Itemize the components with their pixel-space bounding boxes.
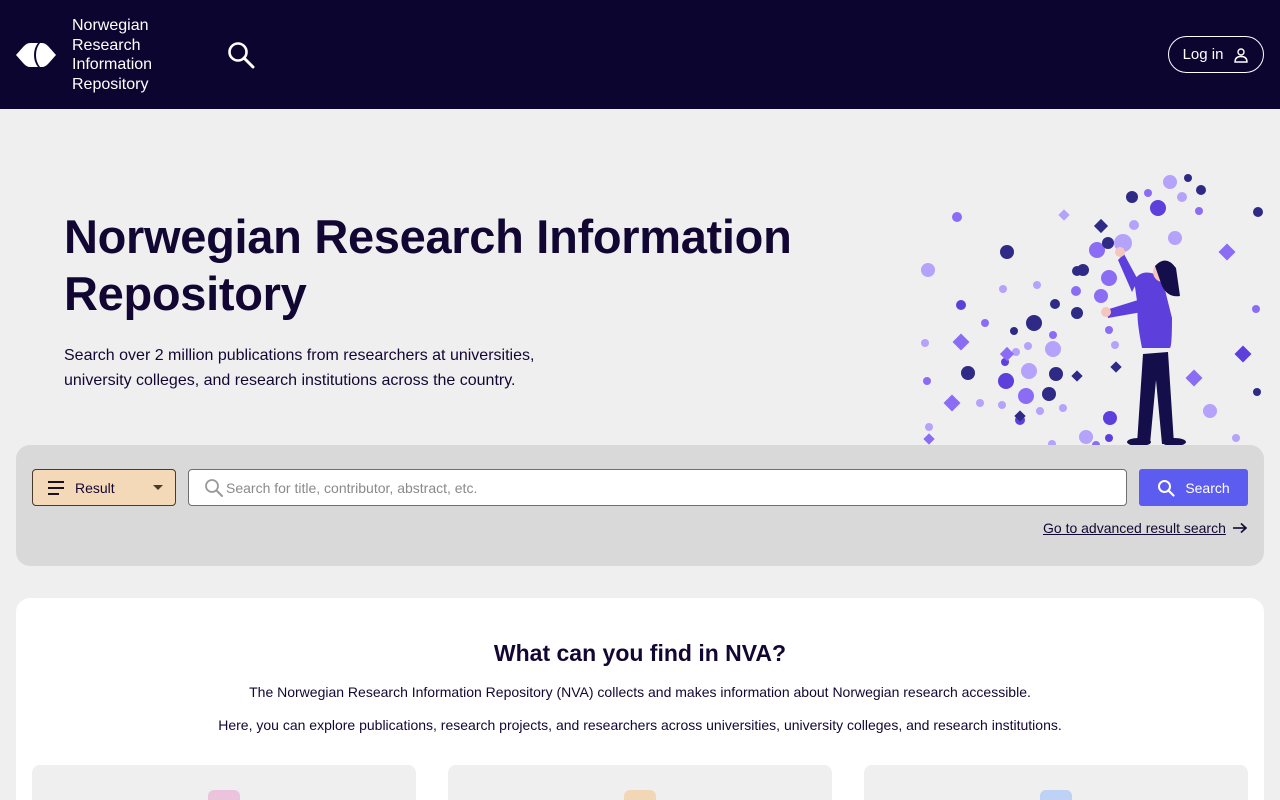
login-label: Log in [1182,46,1224,63]
nva-logo-icon [16,43,56,67]
search-icon [205,479,223,497]
search-input[interactable] [226,470,1116,505]
search-icon [1158,479,1175,497]
top-navigation-bar: Norwegian Research Information Repositor… [0,0,1280,109]
feature-card-projects[interactable] [448,765,832,800]
chevron-down-icon [153,485,163,490]
advanced-search-label: Go to advanced result search [1043,520,1226,536]
feature-card-researchers[interactable] [864,765,1248,800]
search-icon [228,42,255,69]
advanced-search-link[interactable]: Go to advanced result search [1043,520,1248,536]
header-search-button[interactable] [226,40,256,70]
logo-text-line: Repository [72,75,149,93]
search-field [188,469,1127,506]
login-button[interactable]: Log in [1168,36,1264,73]
info-paragraph: The Norwegian Research Information Repos… [249,684,1031,700]
hero-subtitle: Search over 2 million publications from … [64,347,535,389]
logo-text-line: Information [72,56,153,73]
researcher-illustration [921,174,1263,448]
search-button[interactable]: Search [1139,469,1248,506]
search-type-select[interactable]: Result [32,469,176,506]
researcher-icon [1040,790,1072,800]
hero-title: Norwegian Research Information Repositor… [64,210,792,320]
logo-text-line: Norwegian [72,17,149,34]
info-title: What can you find in NVA? [493,640,787,666]
feature-card-publications[interactable] [32,765,416,800]
logo-text: Norwegian Research Information Repositor… [72,16,172,94]
info-paragraph: Here, you can explore publications, rese… [218,717,1062,733]
arrow-right-icon [1232,522,1248,534]
home-logo-link[interactable]: Norwegian Research Information Repositor… [16,16,172,94]
logo-text-line: Research [72,36,141,54]
user-icon [1234,47,1249,63]
list-icon [48,480,64,495]
project-icon [624,790,656,800]
search-type-value: Result [75,479,115,496]
search-button-label: Search [1185,479,1230,496]
publication-icon [208,790,240,800]
